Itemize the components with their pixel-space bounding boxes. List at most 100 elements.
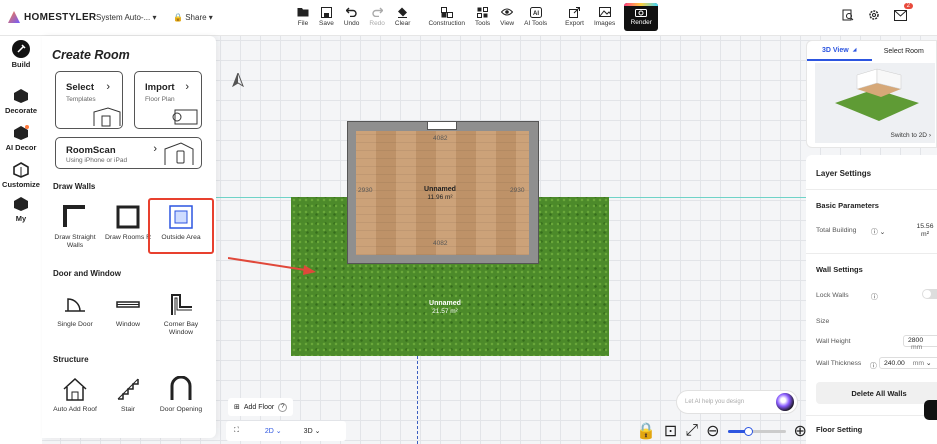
mail-icon[interactable]: 2	[894, 3, 913, 26]
3d-room-model	[835, 68, 919, 121]
tool-label: Stair	[121, 406, 135, 413]
lock-walls-toggle[interactable]	[922, 289, 937, 299]
chevron-right-icon: ›	[153, 143, 157, 155]
outside-name: Unnamed	[429, 300, 461, 307]
toolbar-clear-button[interactable]: Clear	[390, 3, 416, 33]
toolbar-label: Save	[319, 20, 334, 27]
tool-window[interactable]: Window	[103, 291, 153, 329]
side-chat-button[interactable]	[924, 400, 937, 420]
section-structure: Structure	[53, 355, 89, 364]
toolbar-label: Undo	[343, 20, 360, 27]
chevron-down-icon: ▾	[152, 13, 157, 22]
lock-icon[interactable]: 🔒	[636, 421, 656, 441]
render-button[interactable]: Render	[624, 3, 659, 31]
ai-design-input[interactable]: Let AI help you design	[676, 390, 798, 414]
rail-item-my[interactable]: My	[0, 196, 42, 223]
tool-draw-rooms-r[interactable]: Draw Rooms R	[103, 204, 153, 242]
chevron-right-icon: ›	[185, 81, 189, 93]
compass-icon[interactable]	[232, 71, 244, 92]
import-floorplan-card[interactable]: Import › Floor Plan	[134, 71, 202, 129]
toolbar-export-button[interactable]: Export	[560, 3, 589, 33]
view-3d-button[interactable]: 3D ⌄	[304, 427, 321, 435]
view-2d-label: 2D	[264, 428, 274, 435]
zoom-knob[interactable]	[743, 426, 753, 436]
toolbar-view-button[interactable]: View	[495, 3, 519, 33]
toolbar-label: Redo	[369, 20, 385, 27]
tool-single-door[interactable]: Single Door	[50, 291, 100, 329]
wall-height-input[interactable]: 2800 mm	[903, 335, 937, 351]
toolbar-undo-button[interactable]: Undo	[339, 3, 365, 33]
zoom-out-icon[interactable]: ⊖	[706, 421, 719, 441]
lock-icon: 🔒	[173, 13, 183, 22]
size-label: Size	[816, 318, 830, 325]
toolbar-label: Construction	[428, 20, 465, 27]
roomscan-card[interactable]: RoomScan › Using iPhone or iPad	[55, 137, 202, 169]
stair-icon	[115, 376, 141, 402]
tool-label: Draw Rooms R	[104, 234, 152, 241]
wall-thickness-input[interactable]: 240.00 mm ⌄	[879, 357, 937, 369]
fullscreen-icon[interactable]: ⤢	[685, 422, 698, 440]
wall-settings-title: Wall Settings	[816, 265, 863, 274]
card-subtitle: Floor Plan	[145, 96, 175, 103]
highlight-box	[148, 198, 214, 254]
caret-icon: ◢	[852, 47, 857, 53]
tab-select-room[interactable]: Select Room	[872, 41, 937, 61]
card-title: Import	[145, 82, 175, 93]
rail-item-ai-decor[interactable]: AI Decor	[0, 125, 42, 152]
annotation-arrow	[228, 257, 316, 275]
tool-corner-bay-window[interactable]: Corner Bay Window	[156, 291, 206, 337]
switch-2d-link[interactable]: Switch to 2D ›	[891, 132, 931, 139]
select-templates-card[interactable]: Select › Templates	[55, 71, 123, 129]
view-mode-bar: ⛶ 2D ⌄ 3D ⌄	[226, 421, 346, 441]
help-icon[interactable]: ?	[278, 402, 288, 412]
toolbar-redo-button[interactable]: Redo	[364, 3, 390, 33]
3d-preview[interactable]: Switch to 2D ›	[815, 63, 935, 143]
rail-item-build[interactable]: Build	[0, 40, 42, 69]
card-subtitle: Using iPhone or iPad	[66, 157, 128, 164]
crop-icon[interactable]: ⛶	[234, 427, 239, 435]
zoom-in-icon[interactable]: ⊕	[794, 421, 807, 441]
add-floor-button[interactable]: ⊞ Add Floor ?	[228, 398, 294, 416]
tool-stair[interactable]: Stair	[103, 376, 153, 414]
ai-assistant-icon[interactable]	[776, 393, 794, 411]
tool-draw-straight-walls[interactable]: Draw Straight Walls	[50, 204, 100, 250]
info-icon[interactable]: ⓘ ⌄	[871, 226, 885, 236]
draw-rooms-r-icon	[115, 204, 141, 230]
toolbar-construction-button[interactable]: Construction	[423, 3, 470, 33]
toolbar-label: AI Tools	[524, 20, 548, 27]
build-icon	[12, 40, 30, 60]
chevron-down-icon: ▾	[208, 13, 213, 22]
view-3d-label: 3D	[303, 428, 313, 435]
info-icon[interactable]: ⓘ	[870, 360, 877, 370]
rail-label: Customize	[2, 180, 40, 189]
view-2d-button[interactable]: 2D ⌄	[265, 427, 282, 435]
room-label: Unnamed 11.96 m²	[410, 186, 470, 202]
rail-label: AI Decor	[5, 143, 37, 152]
zoom-slider[interactable]	[727, 426, 786, 436]
toolbar-file-button[interactable]: File	[292, 3, 314, 33]
gear-icon[interactable]	[868, 8, 880, 26]
undo-icon	[346, 6, 358, 18]
tool-door-opening[interactable]: Door Opening	[156, 375, 206, 414]
toolbar-tools-button[interactable]: Tools	[470, 3, 495, 33]
fit-view-icon[interactable]: ⊡	[664, 421, 677, 441]
rail-item-decorate[interactable]: Decorate	[0, 88, 42, 115]
door-opening[interactable]	[427, 121, 457, 130]
info-icon[interactable]: ⓘ	[871, 291, 878, 301]
brand-logo[interactable]: HOMESTYLER	[8, 11, 96, 23]
project-dropdown[interactable]: System Auto-... ▾	[96, 13, 157, 22]
toolbar-ai-tools-button[interactable]: AI AI Tools	[519, 3, 552, 33]
toolbar-save-button[interactable]: Save	[314, 3, 339, 33]
divider	[806, 189, 937, 190]
wall-height-value: 2800	[908, 337, 924, 344]
blueprint-roll-icon	[172, 109, 198, 125]
search-doc-icon[interactable]	[842, 8, 854, 26]
layer-settings-title: Layer Settings	[816, 169, 872, 178]
rail-item-customize[interactable]: Customize	[0, 162, 42, 189]
delete-all-walls-button[interactable]: Delete All Walls	[816, 382, 937, 404]
toolbar-images-button[interactable]: Images	[589, 3, 620, 33]
tab-3d-view[interactable]: 3D View ◢	[807, 41, 872, 61]
toolbar-label: Clear	[394, 20, 411, 27]
share-button[interactable]: 🔒 Share ▾	[173, 13, 213, 22]
tool-auto-add-roof[interactable]: Auto Add Roof	[50, 376, 100, 414]
